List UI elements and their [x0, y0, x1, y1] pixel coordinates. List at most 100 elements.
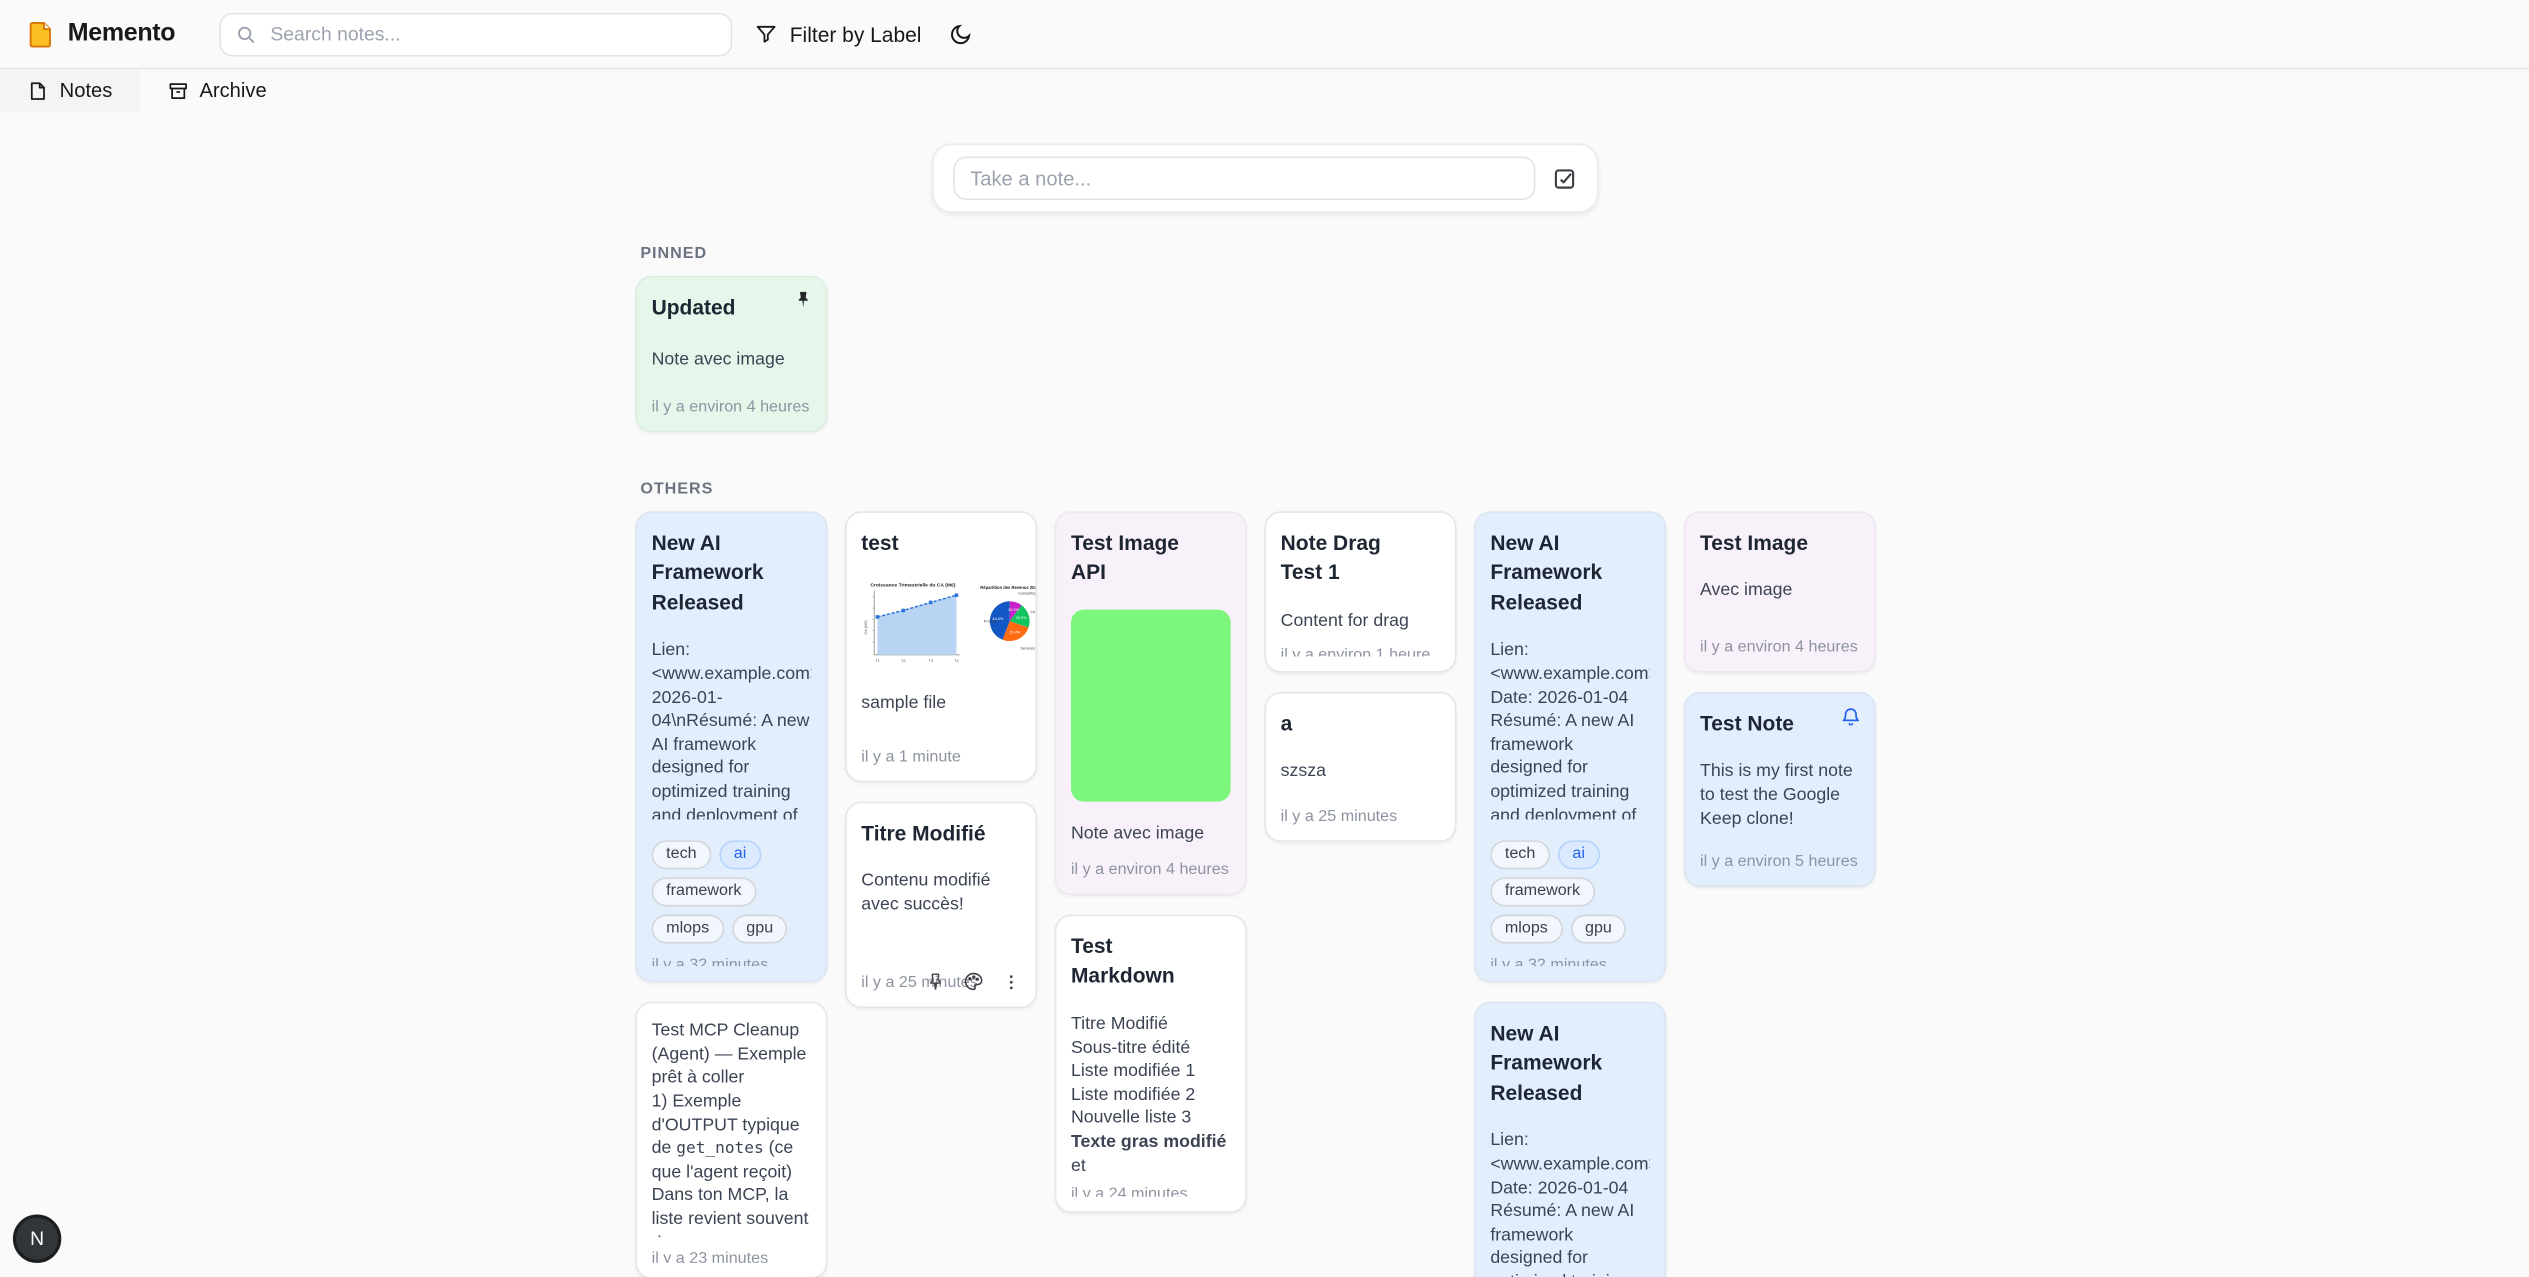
text-segment: get_notes: [676, 1141, 763, 1159]
filter-by-label-button[interactable]: Filter by Label: [754, 22, 921, 46]
take-a-note-input[interactable]: [952, 156, 1534, 200]
tag-gpu[interactable]: gpu: [1570, 914, 1626, 943]
svg-text:10.2%: 10.2%: [1008, 609, 1019, 613]
tab-notes[interactable]: Notes: [0, 69, 140, 111]
text-segment: Test MCP Cleanup (Agent) — Exemple prêt …: [652, 1021, 807, 1158]
note-card-note-drag-test[interactable]: Note Drag Test 1 Content for drag test i…: [1265, 511, 1457, 672]
grid-column-1: New AI Framework Released Lien: <www.exa…: [635, 511, 827, 1277]
app-window: Memento Filter by Label Notes: [0, 0, 2529, 1277]
tag-tech[interactable]: tech: [1490, 840, 1550, 869]
note-timestamp: il y a 32 minutes: [1490, 943, 1650, 966]
svg-text:Licences: Licences: [1031, 611, 1038, 615]
pin-filled-icon[interactable]: [794, 290, 813, 309]
archive-box-icon: [167, 80, 188, 101]
note-title: New AI Framework Released: [1490, 1019, 1650, 1108]
note-attachments: Croissance Trimestrielle du CA (M€): [861, 580, 1021, 672]
search-icon: [235, 23, 256, 44]
tag-framework[interactable]: framework: [652, 877, 756, 906]
note-title: Test Image API: [1071, 529, 1231, 589]
n-badge-letter: N: [30, 1227, 44, 1250]
note-timestamp: il y a environ 4 heures: [1700, 626, 1860, 657]
tag-mlops[interactable]: mlops: [652, 914, 724, 943]
note-card-new-ai-framework-1[interactable]: New AI Framework Released Lien: <www.exa…: [635, 511, 827, 982]
notes-grid: New AI Framework Released Lien: <www.exa…: [635, 511, 1880, 1277]
note-card-updated[interactable]: Updated Note avec image il y a environ 4…: [635, 276, 827, 432]
note-timestamp: il y a environ 4 heures: [1071, 848, 1231, 879]
note-card-test[interactable]: test Croissance Trimestrielle du CA (M€): [845, 511, 1037, 782]
more-menu-icon[interactable]: [1002, 972, 1021, 991]
note-body: sample file: [861, 693, 1021, 717]
note-title: Test Note: [1700, 710, 1860, 740]
pin-icon[interactable]: [926, 972, 945, 991]
note-hover-actions: [926, 971, 1021, 992]
tag-gpu[interactable]: gpu: [732, 914, 788, 943]
tab-notes-label: Notes: [60, 79, 113, 102]
tag-mlops[interactable]: mlops: [1490, 914, 1562, 943]
note-card-test-note[interactable]: Test Note This is my first note to test …: [1684, 692, 1876, 887]
app-title: Memento: [68, 19, 175, 48]
note-body: This is my first note to test the Google…: [1700, 760, 1860, 831]
note-card-a[interactable]: a szsza il y a 25 minutes: [1265, 692, 1457, 842]
palette-icon[interactable]: [963, 971, 984, 992]
text-segment: Texte gras modifié: [1071, 1132, 1226, 1151]
note-card-titre-modifie[interactable]: Titre Modifié Contenu modifié avec succè…: [845, 802, 1037, 1008]
note-card-test-mcp-cleanup[interactable]: Test MCP Cleanup (Agent) — Exemple prêt …: [635, 1002, 827, 1277]
n-badge-button[interactable]: N: [13, 1215, 61, 1263]
tab-archive[interactable]: Archive: [140, 69, 294, 111]
note-body: Test MCP Cleanup (Agent) — Exemple prêt …: [652, 1019, 812, 1237]
note-timestamp: il y a environ 5 heures: [1700, 840, 1860, 871]
header: Memento Filter by Label: [0, 0, 2529, 68]
svg-text:Services: Services: [1020, 647, 1035, 651]
grid-column-2: test Croissance Trimestrielle du CA (M€): [845, 511, 1037, 1008]
note-body: Contenu modifié avec succès!: [861, 870, 1021, 917]
note-tags: techai framework mlops gpu: [652, 840, 812, 943]
others-section-label: OTHERS: [640, 481, 1880, 499]
note-card-new-ai-framework-2[interactable]: New AI Framework Released Lien: <www.exa…: [1474, 511, 1666, 982]
note-card-test-image-api[interactable]: Test Image API Note avec image il y a en…: [1055, 511, 1247, 895]
tab-bar: Notes Archive: [0, 68, 2529, 112]
line-chart-image[interactable]: Croissance Trimestrielle du CA (M€): [861, 580, 964, 672]
tag-tech[interactable]: tech: [652, 840, 712, 869]
tag-ai[interactable]: ai: [719, 840, 761, 869]
note-body: Lien: <www.example.com>\nDate: 2026-01-0…: [652, 639, 812, 818]
note-body: Note avec image: [652, 349, 812, 373]
note-card-test-markdown[interactable]: Test Markdown Titre Modifié Sous-titre é…: [1055, 915, 1247, 1213]
grid-column-6: Test Image Avec image il y a environ 4 h…: [1684, 511, 1876, 887]
search-input[interactable]: [267, 21, 715, 47]
note-title: test: [861, 529, 1021, 559]
pie-chart-image[interactable]: Répartition des Revenus 2024 44.4% 10.2%…: [979, 580, 1037, 672]
note-title: a: [1281, 710, 1441, 740]
svg-text:20.0%: 20.0%: [1016, 617, 1027, 621]
note-body: Content for drag test: [1281, 610, 1441, 635]
note-card-test-image[interactable]: Test Image Avec image il y a environ 4 h…: [1684, 511, 1876, 672]
text-segment: et: [1071, 1156, 1086, 1172]
search-box[interactable]: [219, 12, 732, 56]
text-segment: Titre Modifié Sous-titre édité Liste mod…: [1071, 1014, 1195, 1128]
tag-framework[interactable]: framework: [1490, 877, 1594, 906]
note-body: Lien: <www.example.com> Date: 2026-01-04…: [1490, 639, 1650, 818]
note-title: Note Drag Test 1: [1281, 529, 1441, 589]
svg-text:T4: T4: [954, 659, 959, 664]
note-card-new-ai-framework-3[interactable]: New AI Framework Released Lien: <www.exa…: [1474, 1002, 1666, 1277]
note-title: Test Markdown: [1071, 932, 1231, 992]
new-checklist-button[interactable]: [1551, 165, 1577, 191]
note-body: Titre Modifié Sous-titre édité Liste mod…: [1071, 1013, 1231, 1172]
note-timestamp: il y a 1 minute: [861, 735, 1021, 766]
svg-text:T3: T3: [928, 659, 933, 664]
svg-text:25.4%: 25.4%: [1009, 631, 1020, 635]
dark-mode-toggle[interactable]: [949, 22, 973, 46]
green-attachment-image[interactable]: [1071, 610, 1231, 802]
funnel-icon: [754, 23, 777, 46]
note-timestamp: il y a environ 1 heure: [1281, 634, 1441, 656]
svg-text:Consulting: Consulting: [1018, 592, 1036, 596]
note-timestamp: il y a environ 4 heures: [652, 385, 812, 416]
grid-column-4: Note Drag Test 1 Content for drag test i…: [1265, 511, 1457, 842]
logo: Memento: [26, 19, 175, 48]
note-title: Titre Modifié: [861, 819, 1021, 849]
note-file-logo-icon: [26, 19, 55, 48]
grid-column-3: Test Image API Note avec image il y a en…: [1055, 511, 1247, 1213]
tag-ai[interactable]: ai: [1558, 840, 1600, 869]
moon-icon: [949, 22, 973, 46]
note-composer: [931, 144, 1597, 213]
tab-archive-label: Archive: [199, 79, 266, 102]
